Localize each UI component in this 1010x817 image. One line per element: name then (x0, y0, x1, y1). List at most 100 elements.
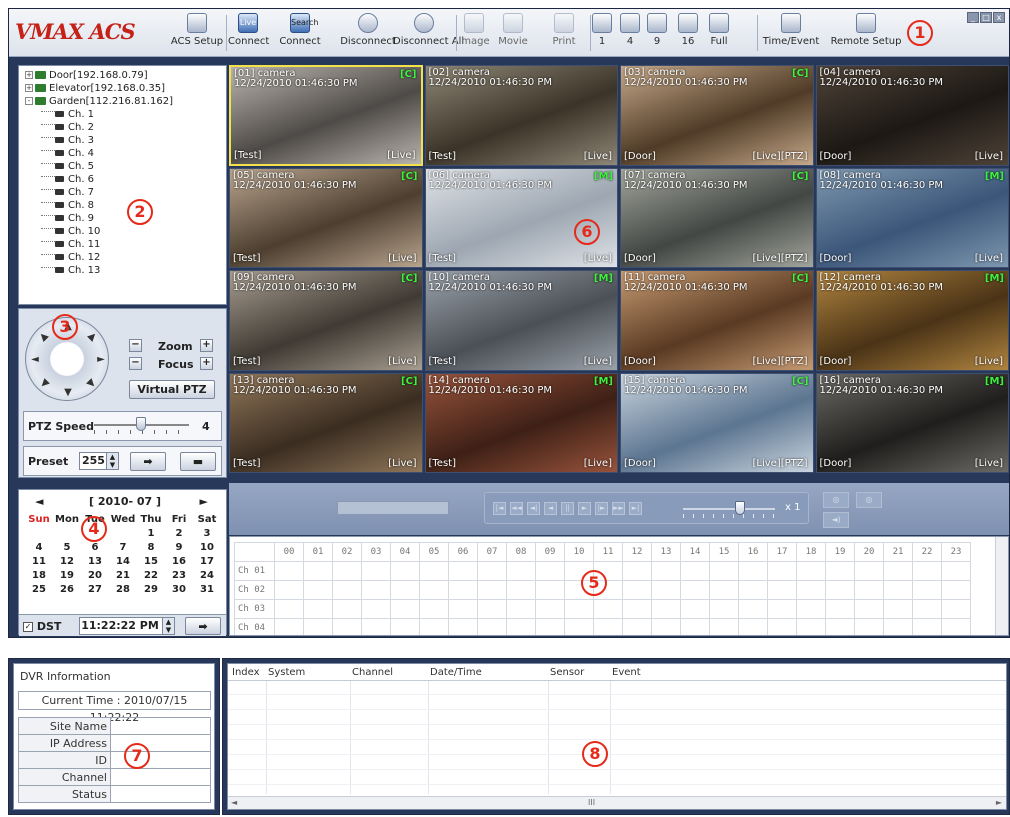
close-button[interactable]: x (993, 12, 1005, 23)
playback-speed-slider[interactable] (683, 501, 775, 518)
timeline-slot[interactable] (361, 580, 391, 600)
maximize-button[interactable]: □ (980, 12, 992, 23)
calendar-day[interactable]: 22 (137, 568, 165, 582)
timeline-slot[interactable] (506, 561, 536, 581)
calendar-day[interactable]: 7 (109, 540, 137, 554)
timeline-slot[interactable] (303, 618, 333, 635)
timeline-slot[interactable] (477, 599, 507, 619)
toolbar-button-movie[interactable]: Movie (495, 13, 531, 55)
timeline-slot[interactable] (303, 599, 333, 619)
tree-channel[interactable]: Ch. 4 (25, 147, 226, 160)
toolbar-button-connect[interactable]: Live Connect (228, 13, 269, 55)
camera-tile[interactable]: [02] camera 12/24/2010 01:46:30 PM [Test] [… (424, 65, 618, 166)
log-column-header[interactable]: Sensor (550, 667, 584, 678)
expand-icon[interactable]: + (25, 71, 33, 79)
timeline-slot[interactable] (332, 618, 362, 635)
tree-channel[interactable]: Ch. 7 (25, 186, 226, 199)
timeline-slot[interactable] (651, 561, 681, 581)
timeline-slot[interactable] (796, 599, 826, 619)
last-frame-button[interactable]: ►| (629, 502, 642, 515)
timeline-slot[interactable] (361, 561, 391, 581)
minimize-button[interactable]: _ (967, 12, 979, 23)
calendar-day[interactable]: 8 (137, 540, 165, 554)
toolbar-button-9[interactable]: 9 (645, 13, 669, 55)
calendar-day[interactable]: 25 (25, 582, 53, 596)
tree-device[interactable]: + Door[192.168.0.79] (25, 69, 226, 82)
timeline-slot[interactable] (709, 580, 739, 600)
time-go-button[interactable]: ➡ (185, 617, 221, 635)
tree-device[interactable]: - Garden[112.216.81.162] (25, 95, 226, 108)
camera-tile[interactable]: [07] camera 12/24/2010 01:46:30 PM [C] [Doo… (620, 167, 814, 268)
camera-tile[interactable]: [09] camera 12/24/2010 01:46:30 PM [C] [Tes… (229, 270, 423, 371)
timeline-slot[interactable] (796, 618, 826, 635)
scroll-left-icon[interactable]: ◄ (231, 798, 237, 807)
calendar-day[interactable]: 24 (193, 568, 221, 582)
timeline-slot[interactable] (825, 599, 855, 619)
timeline-slot[interactable] (477, 561, 507, 581)
next-month-button[interactable]: ► (200, 495, 208, 508)
calendar-day[interactable]: 19 (53, 568, 81, 582)
play-button[interactable]: ► (578, 502, 591, 515)
calendar-day[interactable]: 10 (193, 540, 221, 554)
timeline-slot[interactable] (709, 599, 739, 619)
toolbar-button-disconnect-all[interactable]: Disconnect All (393, 13, 464, 55)
calendar-day[interactable]: 29 (137, 582, 165, 596)
fast-rewind-button[interactable]: ◄◄ (510, 502, 523, 515)
timeline-slot[interactable] (883, 618, 913, 635)
log-column-header[interactable]: Event (612, 667, 641, 678)
timeline-slot[interactable] (912, 599, 942, 619)
timeline-slot[interactable] (825, 561, 855, 581)
camera-tile[interactable]: [16] camera 12/24/2010 01:46:30 PM [M] [Doo… (815, 372, 1009, 473)
calendar-day[interactable]: 16 (165, 554, 193, 568)
preset-save-button[interactable]: ▬ (180, 452, 216, 471)
ptz-speed-slider[interactable] (94, 417, 189, 434)
focus-in-button[interactable]: + (200, 357, 213, 370)
calendar-day[interactable]: 3 (193, 526, 221, 540)
tree-channel[interactable]: Ch. 8 (25, 199, 226, 212)
calendar-day[interactable]: 15 (137, 554, 165, 568)
log-column-header[interactable]: Channel (352, 667, 393, 678)
time-spinner[interactable]: ▲ ▼ (162, 618, 174, 634)
timeline-slot[interactable] (332, 561, 362, 581)
tree-channel[interactable]: Ch. 9 (25, 212, 226, 225)
step-back-button[interactable]: ◄| (527, 502, 540, 515)
ptz-left-arrow-icon[interactable]: ◄ (29, 354, 41, 366)
timeline-slot[interactable] (274, 599, 304, 619)
scroll-right-icon[interactable]: ► (996, 798, 1002, 807)
camera-tile[interactable]: [15] camera 12/24/2010 01:46:30 PM [C] [Doo… (620, 372, 814, 473)
timeline-slot[interactable] (941, 599, 971, 619)
timeline-slot[interactable] (796, 580, 826, 600)
timeline-slot[interactable] (419, 599, 449, 619)
calendar-day[interactable]: 20 (81, 568, 109, 582)
tree-device[interactable]: + Elevator[192.168.0.35] (25, 82, 226, 95)
tree-channel[interactable]: Ch. 1 (25, 108, 226, 121)
timeline-slot[interactable] (593, 618, 623, 635)
timeline-slot[interactable] (390, 599, 420, 619)
timeline-slot[interactable] (332, 599, 362, 619)
toolbar-button-connect[interactable]: Search Connect (277, 13, 323, 55)
timeline-slot[interactable] (738, 580, 768, 600)
timeline-slot[interactable] (622, 599, 652, 619)
toolbar-button-remote-setup[interactable]: Remote Setup (829, 13, 903, 55)
timeline-slot[interactable] (332, 580, 362, 600)
calendar-day[interactable]: 2 (165, 526, 193, 540)
focus-out-button[interactable]: − (129, 357, 142, 370)
calendar-day[interactable]: 26 (53, 582, 81, 596)
calendar-day[interactable]: 23 (165, 568, 193, 582)
expand-icon[interactable]: + (25, 84, 33, 92)
camera-tile[interactable]: [13] camera 12/24/2010 01:46:30 PM [C] [Tes… (229, 372, 423, 473)
preset-go-button[interactable]: ➡ (130, 452, 166, 471)
camera-tile[interactable]: [12] camera 12/24/2010 01:46:30 PM [M] [Doo… (815, 270, 1009, 371)
dst-checkbox[interactable]: ✓ DST (23, 620, 61, 633)
timeline-slot[interactable] (825, 618, 855, 635)
timeline-slot[interactable] (535, 561, 565, 581)
tree-channel[interactable]: Ch. 6 (25, 173, 226, 186)
timeline-slot[interactable] (854, 561, 884, 581)
timeline-slot[interactable] (912, 580, 942, 600)
timeline-scrollbar[interactable] (995, 537, 1008, 635)
calendar-day[interactable]: 5 (53, 540, 81, 554)
timeline-slot[interactable] (738, 561, 768, 581)
calendar-day[interactable]: 21 (109, 568, 137, 582)
toolbar-button-disconnect[interactable]: Disconnect (337, 13, 399, 55)
timeline-slot[interactable] (274, 580, 304, 600)
